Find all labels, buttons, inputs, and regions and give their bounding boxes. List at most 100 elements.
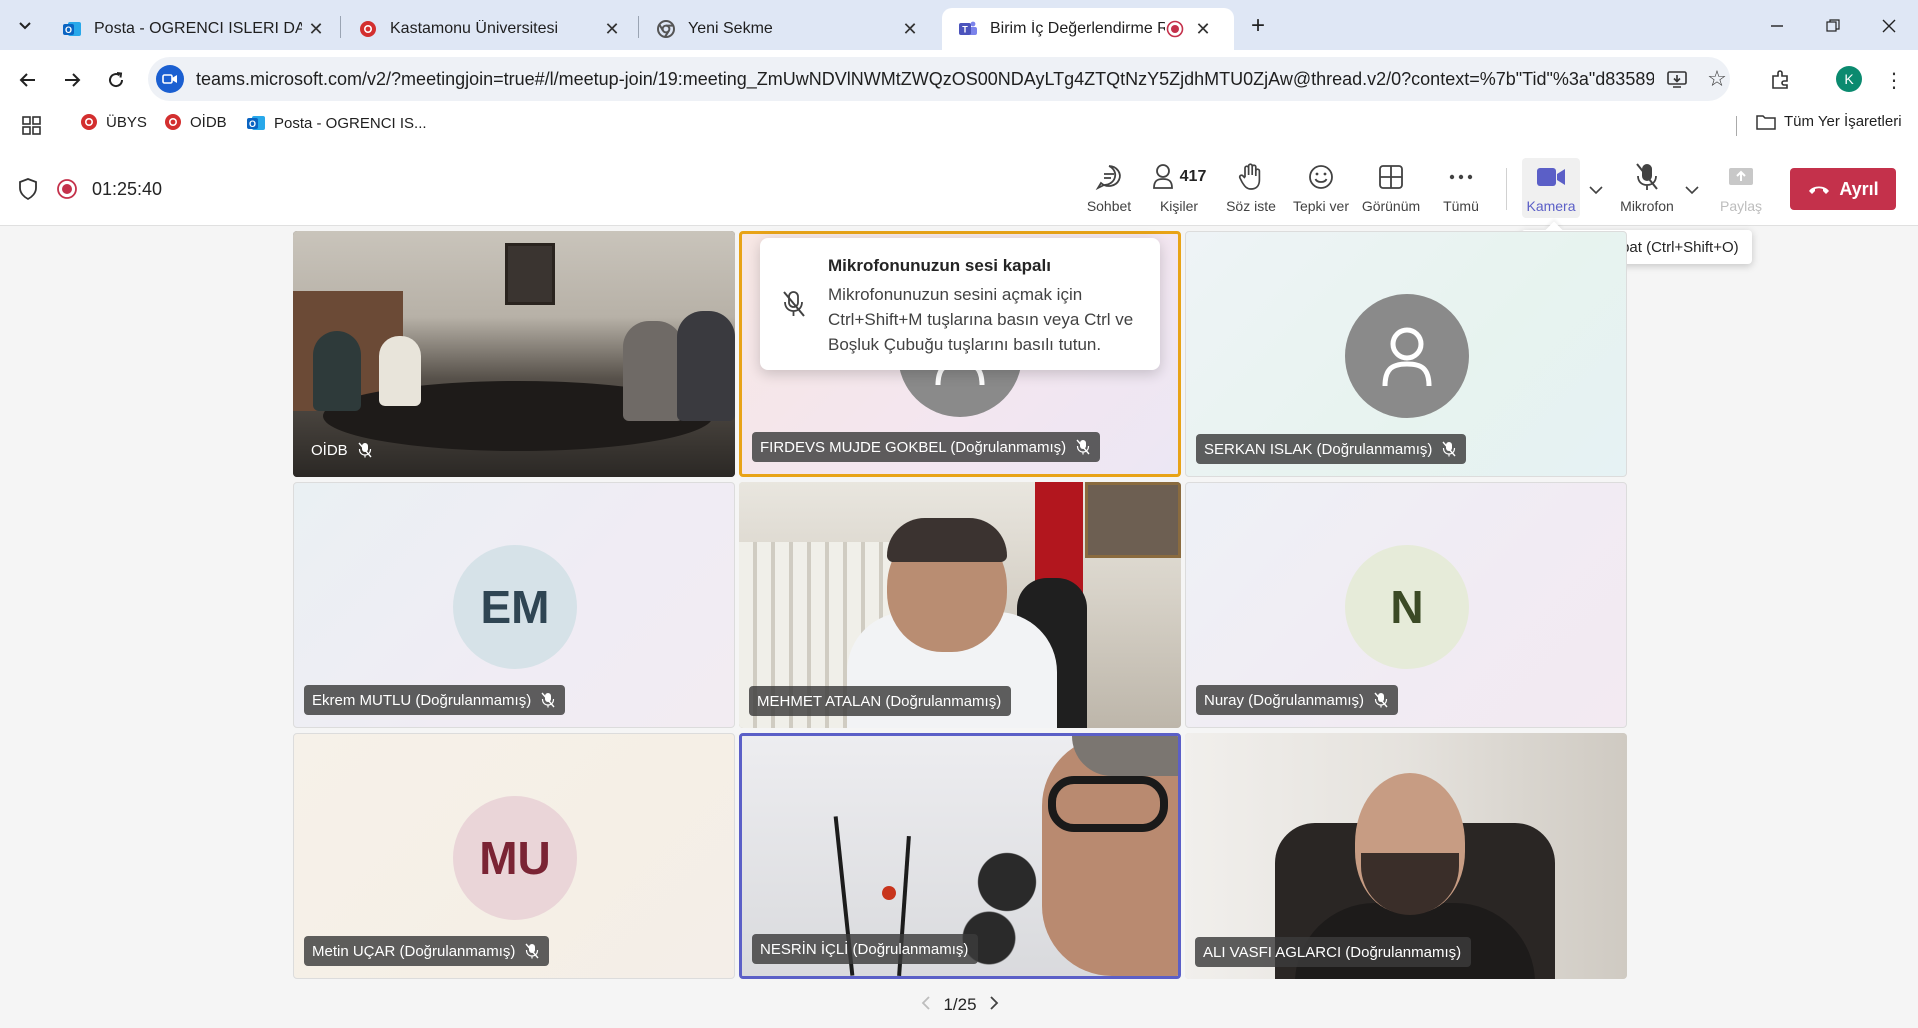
mic-off-icon [541,692,555,708]
wall-portrait [505,243,555,305]
camera-options-chevron-icon[interactable] [1586,180,1606,200]
tab-search-button[interactable] [10,10,40,40]
new-tab-button[interactable]: + [1244,12,1272,40]
tab-title: Yeni Sekme [688,20,773,37]
close-icon[interactable]: ✕ [598,19,626,40]
mic-off-icon [1076,439,1090,455]
restore-button[interactable] [1818,14,1848,38]
react-button[interactable]: Tepki ver [1286,162,1356,214]
minimize-button[interactable] [1762,14,1792,38]
tab-outlook[interactable]: O Posta - OGRENCI ISLERI DAIRE BAŞKANLIĞ… [46,8,338,50]
smile-icon [1307,162,1335,192]
next-page-icon[interactable] [989,995,999,1016]
video-tile-nesrin[interactable]: NESRİN İÇLİ (Doğrulanmamış) [739,733,1181,979]
attendee-far-right [677,311,735,421]
meeting-timer: 01:25:40 [92,179,163,199]
share-screen-icon [1727,162,1755,192]
bookmarks-divider [1736,116,1737,136]
chat-button[interactable]: Sohbet [1074,162,1144,214]
teams-icon: T [958,19,978,39]
person-icon [1382,327,1432,387]
bookmark-label: ÜBYS [106,113,147,131]
camera-button[interactable]: Kamera [1516,162,1586,214]
tab-separator [340,16,341,38]
mic-off-icon [525,943,539,959]
avatar-initials: MU [453,796,577,920]
speaker-glasses [1048,776,1168,832]
video-tile-oidb[interactable]: OİDB [293,231,735,477]
leave-button[interactable]: Ayrıl [1790,168,1896,210]
chat-icon [1095,162,1123,192]
notification-title: Mikrofonunuzun sesi kapalı [828,256,1051,275]
video-tile-ekrem[interactable]: EM Ekrem MUTLU (Doğrulanmamış) [293,482,735,728]
prev-page-icon[interactable] [921,995,931,1016]
participant-name-tag: MEHMET ATALAN (Doğrulanmamış) [749,686,1012,716]
browser-menu-icon[interactable]: ⋮ [1884,66,1904,94]
video-tile-serkan[interactable]: SERKAN ISLAK (Doğrulanmamış) [1185,231,1627,477]
minimize-icon [1771,25,1783,27]
people-button[interactable]: 417 Kişiler [1144,162,1214,214]
avatar-initials: N [1345,545,1469,669]
bookmark-oidb[interactable]: OİDB [164,113,227,131]
mic-options-chevron-icon[interactable] [1682,180,1702,200]
tab-new[interactable]: Yeni Sekme ✕ [640,8,932,50]
mic-off-icon [358,442,372,458]
recording-indicator-icon [56,178,78,200]
restore-icon [1826,19,1840,32]
university-icon [358,19,378,39]
close-icon[interactable]: ✕ [1189,19,1217,40]
video-tile-nuray[interactable]: N Nuray (Doğrulanmamış) [1185,482,1627,728]
pagination: 1/25 [910,990,1010,1020]
chrome-icon [656,19,676,39]
participant-name-tag: Nuray (Doğrulanmamış) [1196,685,1399,715]
participant-name-tag: Metin UÇAR (Doğrulanmamış) [304,936,550,966]
bookmark-posta[interactable]: O Posta - OGRENCI IS... [246,113,427,133]
site-info-icon[interactable] [156,65,184,93]
mic-button[interactable]: Mikrofon [1612,162,1682,214]
video-tile-ali[interactable]: ALI VASFI AGLARCI (Doğrulanmamış) [1185,733,1627,979]
tab-separator [638,16,639,38]
video-tile-mehmet[interactable]: MEHMET ATALAN (Doğrulanmamış) [739,482,1181,728]
folder-icon [1756,114,1776,130]
mute-notification: Mikrofonunuzun sesi kapalı Mikrofonunuzu… [760,238,1160,370]
tab-kastamonu[interactable]: Kastamonu Üniversitesi ✕ [342,8,634,50]
svg-text:O: O [65,25,72,35]
bookmark-star-icon[interactable]: ☆ [1704,66,1730,92]
all-bookmarks[interactable]: Tüm Yer İşaretleri [1756,113,1902,130]
notification-mic-off-icon [782,290,806,318]
participant-name-tag: FIRDEVS MUJDE GOKBEL (Doğrulanmamış) [752,432,1101,462]
bookmark-label: Posta - OGRENCI IS... [274,114,427,132]
extensions-icon[interactable] [1766,66,1794,94]
reload-button[interactable] [102,66,130,94]
share-button[interactable]: Paylaş [1706,162,1776,214]
shield-icon[interactable] [18,178,40,201]
hand-icon [1238,162,1264,192]
view-button[interactable]: Görünüm [1356,162,1426,214]
arrow-left-icon [19,73,35,87]
university-icon [81,114,97,130]
raise-hand-button[interactable]: Söz iste [1216,162,1286,214]
bookmark-ubys[interactable]: ÜBYS [80,113,147,131]
close-icon [1882,19,1896,33]
video-camera-icon [1536,162,1566,192]
attendee-right [623,321,683,421]
mic-off-icon [1442,441,1456,457]
people-count: 417 [1179,168,1207,185]
bookmark-label: OİDB [190,113,227,131]
install-app-icon[interactable] [1664,67,1690,93]
profile-avatar[interactable]: K [1836,66,1862,92]
wall-portrait [1085,482,1181,558]
more-button[interactable]: Tümü [1426,162,1496,214]
back-button[interactable] [14,66,42,94]
close-icon[interactable]: ✕ [896,19,924,40]
reload-icon [109,72,124,88]
window-close-button[interactable] [1874,14,1904,38]
forward-button[interactable] [58,66,86,94]
university-icon [165,114,181,130]
tab-title: Kastamonu Üniversitesi [390,20,559,37]
participant-name-tag: ALI VASFI AGLARCI (Doğrulanmamış) [1195,937,1472,967]
close-icon[interactable]: ✕ [302,19,330,40]
apps-grid-icon[interactable] [22,116,42,136]
video-tile-metin[interactable]: MU Metin UÇAR (Doğrulanmamış) [293,733,735,979]
tab-teams-meeting[interactable]: T Birim İç Değerlendirme Raporu ✕ [942,8,1234,50]
